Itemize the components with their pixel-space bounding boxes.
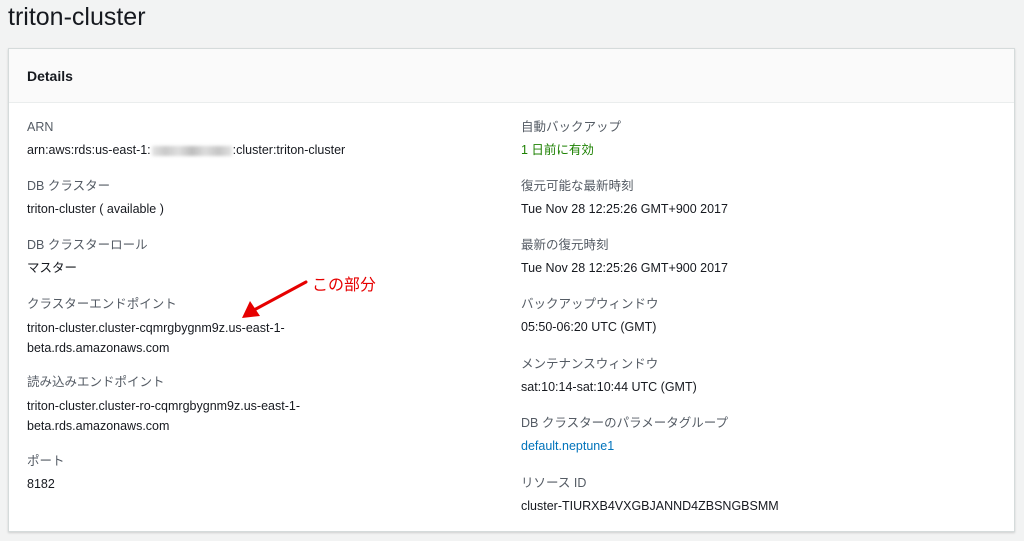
db-cluster-role-label: DB クラスターロール [27,238,148,252]
page-title: triton-cluster [8,3,146,31]
reader-endpoint-value: triton-cluster.cluster-ro-cqmrgbygnm9z.u… [27,396,300,436]
latest-restore-value: Tue Nov 28 12:25:26 GMT+900 2017 [521,261,728,275]
arn-label: ARN [27,120,54,134]
field-reader-endpoint: 読み込みエンドポイント triton-cluster.cluster-ro-cq… [27,374,300,436]
annotation-text: この部分 [312,275,377,294]
redacted-account-id [151,145,232,156]
field-arn: ARN arn:aws:rds:us-east-1: :cluster:trito… [27,119,345,159]
field-db-cluster-role: DB クラスターロール マスター [27,237,148,277]
field-backup-window: バックアップウィンドウ 05:50-06:20 UTC (GMT) [521,296,659,336]
parameter-group-link[interactable]: default.neptune1 [521,437,728,455]
resource-id-value: cluster-TIURXB4VXGBJANND4ZBSNGBSMM [521,499,779,513]
latest-restore-label: 最新の復元時刻 [521,238,609,252]
port-label: ポート [27,454,65,468]
field-auto-backup: 自動バックアップ 1 日前に有効 [521,119,621,159]
auto-backup-status: 1 日前に有効 [521,143,594,157]
port-value: 8182 [27,477,55,491]
backup-window-label: バックアップウィンドウ [521,297,659,311]
field-latest-restorable-time: 復元可能な最新時刻 Tue Nov 28 12:25:26 GMT+900 20… [521,178,728,218]
reader-endpoint-line1: triton-cluster.cluster-ro-cqmrgbygnm9z.u… [27,399,300,413]
arn-value: arn:aws:rds:us-east-1: :cluster:triton-cl… [27,141,345,159]
arn-suffix: :cluster:triton-cluster [232,143,346,157]
reader-endpoint-label: 読み込みエンドポイント [27,375,165,389]
resource-id-label: リソース ID [521,476,587,490]
annotation-callout: この部分 [236,268,406,328]
db-cluster-role-value: マスター [27,261,78,275]
latest-restorable-value: Tue Nov 28 12:25:26 GMT+900 2017 [521,202,728,216]
db-cluster-value: triton-cluster ( available ) [27,202,164,216]
arn-prefix: arn:aws:rds:us-east-1: [27,143,151,157]
field-maintenance-window: メンテナンスウィンドウ sat:10:14-sat:10:44 UTC (GMT… [521,356,697,396]
cluster-endpoint-line2: beta.rds.amazonaws.com [27,341,170,355]
details-panel: Details ARN arn:aws:rds:us-east-1: :clust… [8,48,1015,532]
maintenance-window-value: sat:10:14-sat:10:44 UTC (GMT) [521,380,697,394]
latest-restorable-label: 復元可能な最新時刻 [521,179,634,193]
backup-window-value: 05:50-06:20 UTC (GMT) [521,320,657,334]
field-parameter-group: DB クラスターのパラメータグループ default.neptune1 [521,415,728,455]
details-panel-header: Details [9,49,1014,103]
field-resource-id: リソース ID cluster-TIURXB4VXGBJANND4ZBSNGBS… [521,475,779,515]
red-arrow-icon [242,280,308,318]
parameter-group-label: DB クラスターのパラメータグループ [521,416,728,430]
maintenance-window-label: メンテナンスウィンドウ [521,357,659,371]
field-db-cluster: DB クラスター triton-cluster ( available ) [27,178,164,218]
auto-backup-label: 自動バックアップ [521,120,622,134]
reader-endpoint-line2: beta.rds.amazonaws.com [27,419,170,433]
details-heading: Details [27,68,73,84]
field-latest-restore-time: 最新の復元時刻 Tue Nov 28 12:25:26 GMT+900 2017 [521,237,728,277]
field-port: ポート 8182 [27,453,65,493]
db-cluster-label: DB クラスター [27,179,111,193]
